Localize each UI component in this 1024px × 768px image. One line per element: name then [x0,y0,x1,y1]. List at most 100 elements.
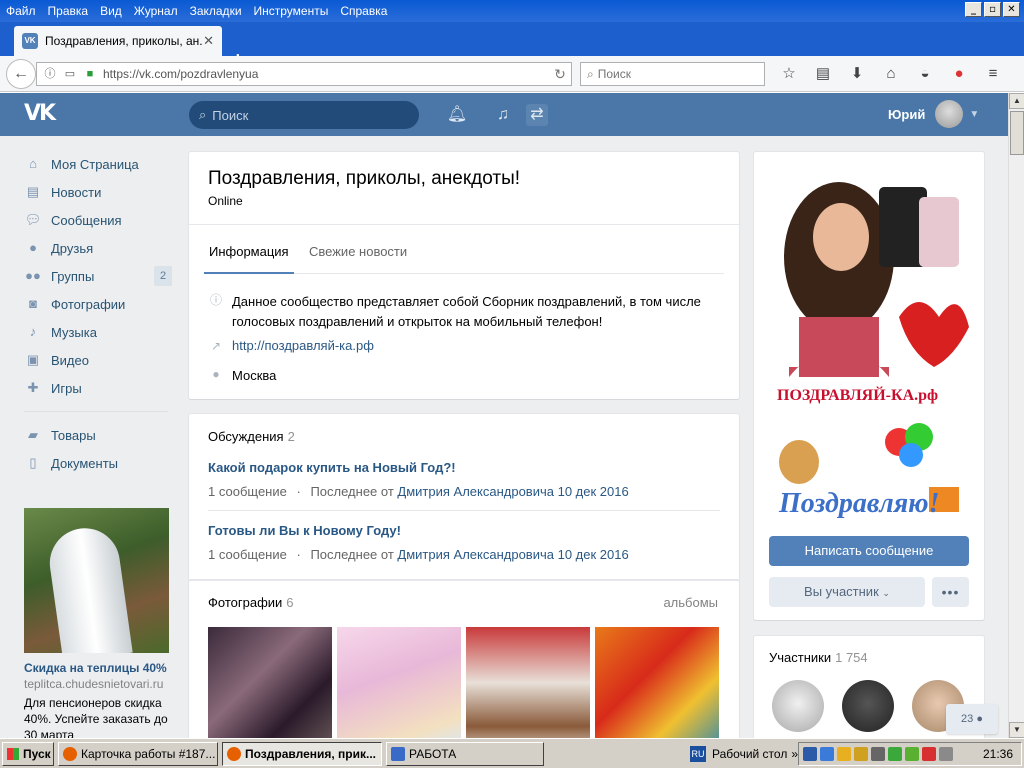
photos-title[interactable]: Фотографии [208,595,282,610]
ad-title[interactable]: Скидка на теплицы 40% [24,661,170,675]
tray-icon[interactable] [939,747,953,761]
discussions-title[interactable]: Обсуждения [208,429,284,444]
topic-title[interactable]: Какой подарок купить на Новый Год?! [208,460,720,475]
desktop-toolbar[interactable]: RU Рабочий стол » [690,742,798,766]
sidebar-item-video[interactable]: ▣ Видео [24,346,172,374]
albums-link[interactable]: альбомы [663,595,718,610]
sidebar-item-games[interactable]: ✚ Игры [24,374,172,402]
info-icon[interactable]: ⓘ [43,67,57,81]
url-bar[interactable]: ⓘ ▭ ■ https://vk.com/pozdravlenyua ↻ [36,62,572,86]
photo-thumbnail[interactable] [595,627,719,738]
pocket-icon[interactable]: ◒ [908,64,942,84]
home-icon[interactable]: ⌂ [874,64,908,84]
ad-domain[interactable]: teplitca.chudesnietovari.ru [24,677,170,691]
vk-logo[interactable]: VK [24,101,58,127]
sidebar-item-my-page[interactable]: ⌂ Моя Страница [24,150,172,178]
sidebar-item-music[interactable]: ♪ Музыка [24,318,172,346]
shuffle-icon[interactable]: ⇄ [526,104,548,126]
last-post-date[interactable]: 10 дек 2016 [558,484,629,499]
sidebar-ad[interactable]: Скидка на теплицы 40% teplitca.chudesnie… [24,508,170,738]
sidebar-item-messages[interactable]: 💬︎ Сообщения [24,206,172,234]
group-status: Online [208,194,243,208]
group-cover-image[interactable]: ПОЗДРАВЛЯЙ-КА.рф Поздравляю! [769,167,969,527]
permissions-icon[interactable]: ▭ [63,67,77,81]
last-post-date[interactable]: 10 дек 2016 [558,547,629,562]
tab-latest-news[interactable]: Свежие новости [309,234,407,259]
menu-tools[interactable]: Инструменты [254,4,329,18]
photo-thumbnail[interactable] [466,627,590,738]
downloads-icon[interactable]: ⬇ [840,64,874,84]
update-icon[interactable] [837,747,851,761]
browser-search-box[interactable]: ⌕ [580,62,765,86]
taskbar-item[interactable]: Карточка работы #187... [58,742,218,766]
notifications-bell-icon[interactable]: 🔔︎ [446,104,468,126]
photo-thumbnail[interactable] [337,627,461,738]
menu-edit[interactable]: Правка [48,4,89,18]
ad-image[interactable] [24,508,169,653]
page-scrollbar[interactable]: ▲ ▼ [1008,93,1024,738]
addon-icon[interactable]: ● [942,64,976,84]
menu-help[interactable]: Справка [340,4,387,18]
member-avatar[interactable] [842,680,894,732]
menu-bookmarks[interactable]: Закладки [190,4,242,18]
scroll-thumb[interactable] [1010,111,1024,155]
back-button[interactable]: ← [6,59,36,89]
start-button[interactable]: Пуск [2,742,54,766]
browser-search-input[interactable] [597,67,748,81]
chevron-right-icon[interactable]: » [791,742,798,766]
website-link[interactable]: http://поздравляй-ка.рф [232,338,374,353]
taskbar-item[interactable]: РАБОТА [386,742,544,766]
hamburger-menu-icon[interactable]: ≡ [976,64,1010,84]
menu-file[interactable]: Файл [6,4,36,18]
tab-information[interactable]: Информация [204,234,294,274]
url-text[interactable]: https://vk.com/pozdravlenyua [103,67,549,81]
taskbar-item-active[interactable]: Поздравления, прик... [222,742,382,766]
network-icon[interactable] [803,747,817,761]
sidebar-item-friends[interactable]: ● Друзья [24,234,172,262]
alert-icon[interactable] [922,747,936,761]
clock[interactable]: 21:36 [983,743,1013,765]
close-window-button[interactable]: ✕ [1003,2,1020,17]
volume-icon[interactable] [871,747,885,761]
list-item: Готовы ли Вы к Новому Году! 1 сообщение … [208,523,720,562]
more-actions-button[interactable]: ••• [932,577,969,607]
tab-close-icon[interactable]: ✕ [203,33,214,49]
minimize-button[interactable]: _ [965,2,982,17]
restore-button[interactable]: ▫ [984,2,1001,17]
online-friends-counter[interactable]: 23 ● [946,704,998,734]
shield-icon[interactable] [854,747,868,761]
music-note-icon[interactable]: ♫ [492,104,514,126]
desktop-label[interactable]: Рабочий стол [712,742,787,766]
photo-thumbnail[interactable] [208,627,332,738]
menu-view[interactable]: Вид [100,4,122,18]
members-title[interactable]: Участники [769,650,831,665]
scroll-up-arrow[interactable]: ▲ [1009,93,1024,109]
photos-header[interactable]: Фотографии 6 [208,595,294,610]
utility-icon[interactable] [905,747,919,761]
sidebar-item-market[interactable]: ▰ Товары [24,421,172,449]
display-icon[interactable] [820,747,834,761]
sidebar-item-news[interactable]: ▤ Новости [24,178,172,206]
user-menu[interactable]: Юрий ▼ [888,100,979,128]
antivirus-icon[interactable] [888,747,902,761]
last-post-author[interactable]: Дмитрия Александровича [397,547,554,562]
reload-icon[interactable]: ↻ [549,66,571,83]
member-avatar[interactable] [772,680,824,732]
browser-tab-active[interactable]: VK Поздравления, приколы, ан... ✕ [14,26,222,56]
vk-search-box[interactable]: ⌕ [189,101,419,129]
vk-search-input[interactable] [212,107,393,123]
language-indicator[interactable]: RU [690,746,706,762]
members-header[interactable]: Участники 1 754 [769,650,868,665]
sidebar-item-photos[interactable]: ◙ Фотографии [24,290,172,318]
membership-button[interactable]: Вы участник ⌄ [769,577,925,607]
sidebar-item-groups[interactable]: ●● Группы 2 [24,262,172,290]
send-message-button[interactable]: Написать сообщение [769,536,969,566]
reading-list-icon[interactable]: ▤ [806,64,840,84]
scroll-down-arrow[interactable]: ▼ [1009,722,1024,738]
bookmark-star-icon[interactable]: ☆ [772,64,806,84]
last-post-author[interactable]: Дмитрия Александровича [397,484,554,499]
sidebar-item-documents[interactable]: ▯ Документы [24,449,172,477]
menu-history[interactable]: Журнал [134,4,178,18]
discussions-header[interactable]: Обсуждения 2 [208,429,295,444]
topic-title[interactable]: Готовы ли Вы к Новому Году! [208,523,720,538]
